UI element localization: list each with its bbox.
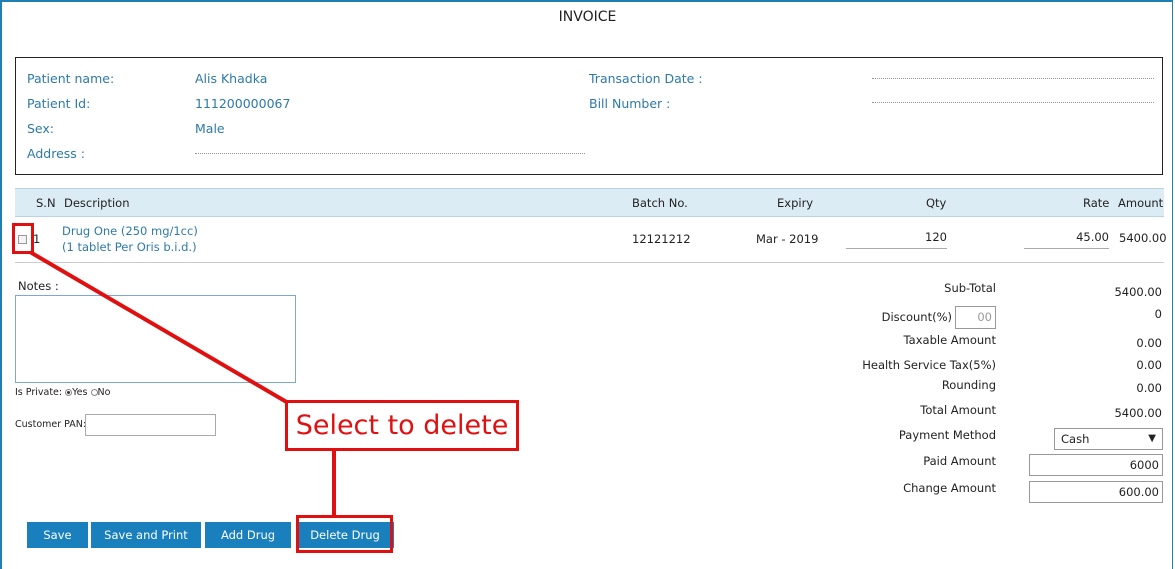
annotation-callout: Select to delete <box>285 400 519 451</box>
annotation-line-checkbox <box>28 250 292 406</box>
annotation-arrows <box>28 250 336 516</box>
